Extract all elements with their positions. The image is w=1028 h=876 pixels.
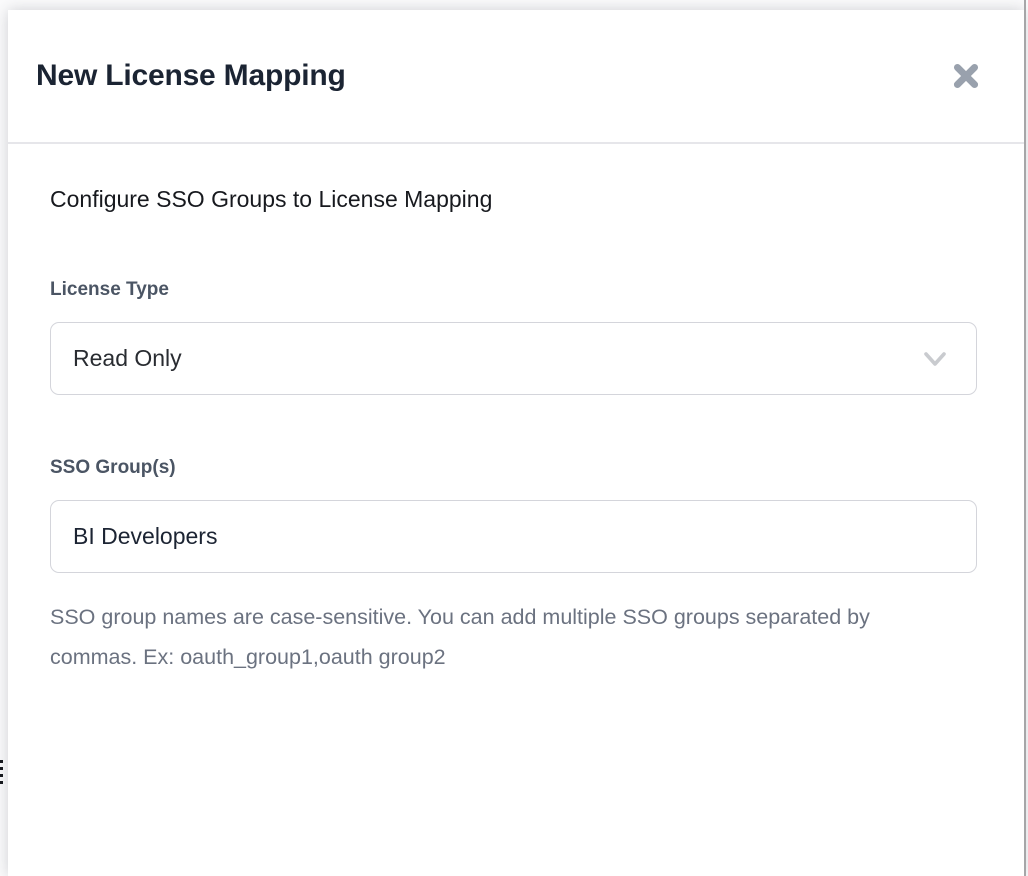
sso-groups-label: SSO Group(s): [50, 457, 976, 479]
license-type-selected-value: Read Only: [73, 345, 182, 372]
modal-title: New License Mapping: [36, 59, 346, 93]
modal-header: New License Mapping: [8, 10, 1024, 144]
license-type-field-group: License Type Read Only: [50, 279, 976, 395]
new-license-mapping-modal: New License Mapping Configure SSO Groups…: [8, 10, 1024, 876]
sso-groups-field-group: SSO Group(s) SSO group names are case-se…: [50, 457, 976, 677]
close-button[interactable]: [948, 58, 984, 94]
page-background: New License Mapping Configure SSO Groups…: [0, 0, 1028, 876]
x-icon: [951, 61, 981, 91]
license-type-label: License Type: [50, 279, 976, 301]
text-fragment-dash: [0, 760, 3, 763]
sso-groups-input[interactable]: [50, 500, 977, 573]
license-type-select[interactable]: Read Only: [50, 322, 977, 395]
window-edge-line: [1024, 0, 1026, 876]
background-page-text-fragment: [0, 760, 6, 788]
text-fragment-dash: [0, 781, 3, 784]
section-heading: Configure SSO Groups to License Mapping: [50, 186, 976, 213]
chevron-down-icon: [922, 349, 948, 369]
text-fragment-dash: [0, 767, 3, 770]
sso-groups-help-text: SSO group names are case-sensitive. You …: [50, 597, 930, 677]
modal-body: Configure SSO Groups to License Mapping …: [8, 186, 1024, 677]
text-fragment-dash: [0, 774, 3, 777]
